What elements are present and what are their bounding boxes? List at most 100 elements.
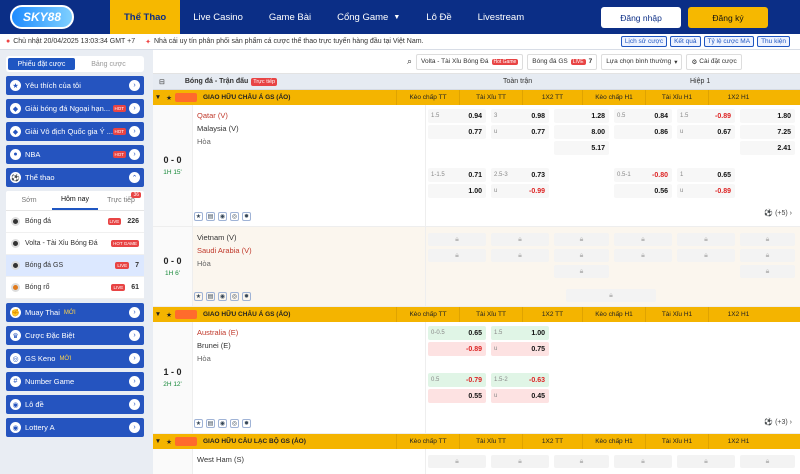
over-odds[interactable]: 1.5-2 -0.63 bbox=[491, 373, 549, 387]
under-odds[interactable]: u 0.45 bbox=[491, 389, 549, 403]
view-icon[interactable]: ◉ bbox=[218, 292, 227, 301]
live-stream-icon[interactable]: ◎ bbox=[230, 212, 239, 221]
gs-filter[interactable]: Bóng đá GS LIVE 7 bbox=[527, 53, 598, 70]
collapse-all-icon[interactable]: ⊟ bbox=[159, 78, 165, 86]
nav-game-portal[interactable]: Cổng Game ▼ bbox=[324, 0, 413, 34]
results-button[interactable]: Kết quả bbox=[670, 36, 701, 47]
star-icon[interactable]: ★ bbox=[194, 292, 203, 301]
over-odds[interactable]: 3 0.98 bbox=[491, 109, 549, 123]
stats-icon[interactable]: ▤ bbox=[206, 212, 215, 221]
1x2-draw-odds[interactable]: 5.17 bbox=[554, 141, 609, 155]
h1-under-odds[interactable]: u -0.89 bbox=[677, 184, 735, 198]
star-icon[interactable]: ★ bbox=[163, 438, 175, 446]
h1-1x2-home-odds[interactable]: 1.80 bbox=[740, 109, 795, 123]
nav-sports[interactable]: Thể Thao bbox=[110, 0, 181, 34]
fire-icon[interactable]: ✹ bbox=[242, 419, 251, 428]
sport-row-football-gs[interactable]: Bóng đá GS LIVE 7 bbox=[6, 255, 144, 277]
hcp-away-odds[interactable]: 0.55 bbox=[428, 389, 486, 403]
hcp-away-odds[interactable]: 1.00 bbox=[428, 184, 486, 198]
nav-lottery[interactable]: Lô Đề bbox=[413, 0, 464, 34]
sidebar-item-lottery[interactable]: ◉ Lô đề › bbox=[6, 395, 144, 414]
h1-hcp-home-odds[interactable]: 0.5 0.84 bbox=[614, 109, 672, 123]
h1-hcp-away-odds[interactable]: 0.86 bbox=[614, 125, 672, 139]
hcp-away-odds[interactable]: 0.77 bbox=[428, 125, 486, 139]
star-icon[interactable]: ★ bbox=[163, 311, 175, 319]
star-icon[interactable]: ★ bbox=[194, 419, 203, 428]
nav-livestream[interactable]: Livestream bbox=[465, 0, 537, 34]
h1-hcp-away-odds[interactable]: 0.56 bbox=[614, 184, 672, 198]
sidebar-item-number-game[interactable]: # Number Game › bbox=[6, 372, 144, 391]
bet-history-button[interactable]: Lịch sử cược bbox=[620, 36, 668, 47]
more-markets[interactable]: ⚽ (+5) › bbox=[764, 209, 792, 217]
away-team: Malaysia (V) bbox=[197, 124, 239, 133]
sidebar-item-lottery-a[interactable]: ◉ Lottery A › bbox=[6, 418, 144, 437]
sidebar-item-premier-league[interactable]: ◆ Giải bóng đá Ngoại hạn... HOT › bbox=[6, 99, 144, 118]
tab-live[interactable]: Trực tiếp 36 bbox=[98, 191, 144, 210]
hcp-home-odds[interactable]: 1.5 0.94 bbox=[428, 109, 486, 123]
hcp-away-odds[interactable]: -0.89 bbox=[428, 342, 486, 356]
h1-over-odds[interactable]: 1.5 -0.89 bbox=[677, 109, 735, 123]
hcp-home-odds[interactable]: 0.5 -0.79 bbox=[428, 373, 486, 387]
fire-icon[interactable]: ✹ bbox=[242, 292, 251, 301]
stats-icon[interactable]: ▤ bbox=[206, 292, 215, 301]
login-button[interactable]: Đăng nhập bbox=[601, 7, 681, 28]
more-markets[interactable]: ⚽ (+3) › bbox=[764, 418, 792, 426]
sidebar-item-serie-a[interactable]: ◆ Giải Vô địch Quốc gia Ý ... HOT › bbox=[6, 122, 144, 141]
sport-row-basketball[interactable]: Bóng rổ LIVE 61 bbox=[6, 277, 144, 299]
tab-betslip[interactable]: Phiếu đặt cược bbox=[8, 58, 75, 70]
hcp-home-odds[interactable]: 0-0.5 0.65 bbox=[428, 326, 486, 340]
logo[interactable]: SKY88 bbox=[0, 0, 110, 34]
h1-under-odds[interactable]: u 0.67 bbox=[677, 125, 735, 139]
over-odds[interactable]: 2.5-3 0.73 bbox=[491, 168, 549, 182]
view-icon[interactable]: ◉ bbox=[218, 212, 227, 221]
live-stream-icon[interactable]: ◎ bbox=[230, 419, 239, 428]
sidebar-item-gs-keno[interactable]: ◎ GS Keno MỚI › bbox=[6, 349, 144, 368]
h1-1x2-draw-odds[interactable]: 2.41 bbox=[740, 141, 795, 155]
sidebar-item-sports[interactable]: ⚽ Thể thao ⌃ bbox=[6, 168, 144, 187]
away-team: Brunei (E) bbox=[197, 341, 231, 350]
h1-hcp-home-odds[interactable]: 0.5-1 -0.80 bbox=[614, 168, 672, 182]
live-stream-icon[interactable]: ◎ bbox=[230, 292, 239, 301]
volta-filter[interactable]: Volta - Tài Xỉu Bóng Đá Hot Game bbox=[416, 53, 524, 70]
sort-select[interactable]: Lựa chọn bình thường ▾ bbox=[601, 53, 683, 70]
nav-card-games[interactable]: Game Bài bbox=[256, 0, 324, 34]
stats-icon[interactable]: ▤ bbox=[206, 419, 215, 428]
odds-type-select[interactable]: Tỷ lệ cược MA bbox=[703, 36, 755, 47]
over-odds[interactable]: 1.5 1.00 bbox=[491, 326, 549, 340]
keno-icon: ◎ bbox=[10, 353, 21, 364]
1x2-home-odds[interactable]: 1.28 bbox=[554, 109, 609, 123]
h1-1x2-away-odds[interactable]: 7.25 bbox=[740, 125, 795, 139]
datetime: Chủ nhật 20/04/2025 13:03:34 GMT +7 bbox=[13, 38, 136, 45]
tab-early[interactable]: Sớm bbox=[6, 191, 52, 210]
tab-today[interactable]: Hôm nay bbox=[52, 191, 98, 210]
1x2-away-odds[interactable]: 8.00 bbox=[554, 125, 609, 139]
draw-label: Hòa bbox=[197, 259, 211, 268]
arrow-icon: › bbox=[129, 422, 140, 433]
collapse-button[interactable]: Thu kiện bbox=[757, 36, 790, 47]
under-odds[interactable]: u 0.75 bbox=[491, 342, 549, 356]
league-header[interactable]: ▼ ★ GIAO HỮU CHÂU Á GS (ẢO) Kèo chấp TT … bbox=[153, 90, 800, 105]
under-odds[interactable]: u 0.77 bbox=[491, 125, 549, 139]
hcp-home-odds[interactable]: 1-1.5 0.71 bbox=[428, 168, 486, 182]
sidebar-item-special-bets[interactable]: ♛ Cược Đặc Biệt › bbox=[6, 326, 144, 345]
league-header[interactable]: ▼ ★ GIAO HỮU CHÂU Á GS (ẢO) Kèo chấp TT … bbox=[153, 307, 800, 322]
search-icon[interactable]: ⌕ bbox=[407, 56, 412, 67]
sport-row-football[interactable]: Bóng đá LIVE 226 bbox=[6, 211, 144, 233]
fire-icon[interactable]: ✹ bbox=[242, 212, 251, 221]
view-icon[interactable]: ◉ bbox=[218, 419, 227, 428]
register-button[interactable]: Đăng ký bbox=[688, 7, 768, 28]
h1-over-odds[interactable]: 1 0.65 bbox=[677, 168, 735, 182]
under-odds[interactable]: u -0.99 bbox=[491, 184, 549, 198]
sidebar-item-nba[interactable]: ● NBA HOT › bbox=[6, 145, 144, 164]
sidebar-item-favorites[interactable]: ★ Yêu thích của tôi › bbox=[6, 76, 144, 95]
match-row: 0 - 0 1H 6' Vietnam (V) Saudi Arabia (V) … bbox=[153, 227, 800, 307]
tab-bet-list[interactable]: Bảng cược bbox=[75, 58, 142, 70]
star-icon[interactable]: ★ bbox=[163, 94, 175, 102]
trophy-icon: ♛ bbox=[10, 330, 21, 341]
star-icon[interactable]: ★ bbox=[194, 212, 203, 221]
league-header[interactable]: ▼ ★ GIAO HỮU CÂU LẠC BỘ GS (ẢO) Kèo chấp… bbox=[153, 434, 800, 449]
sport-row-volta[interactable]: Volta - Tài Xỉu Bóng Đá HOT GAME bbox=[6, 233, 144, 255]
nav-live-casino[interactable]: Live Casino bbox=[180, 0, 256, 34]
sidebar-item-muay-thai[interactable]: ✊ Muay Thai MỚI › bbox=[6, 303, 144, 322]
bet-settings-button[interactable]: ⚙ Cài đặt cược bbox=[686, 53, 742, 70]
